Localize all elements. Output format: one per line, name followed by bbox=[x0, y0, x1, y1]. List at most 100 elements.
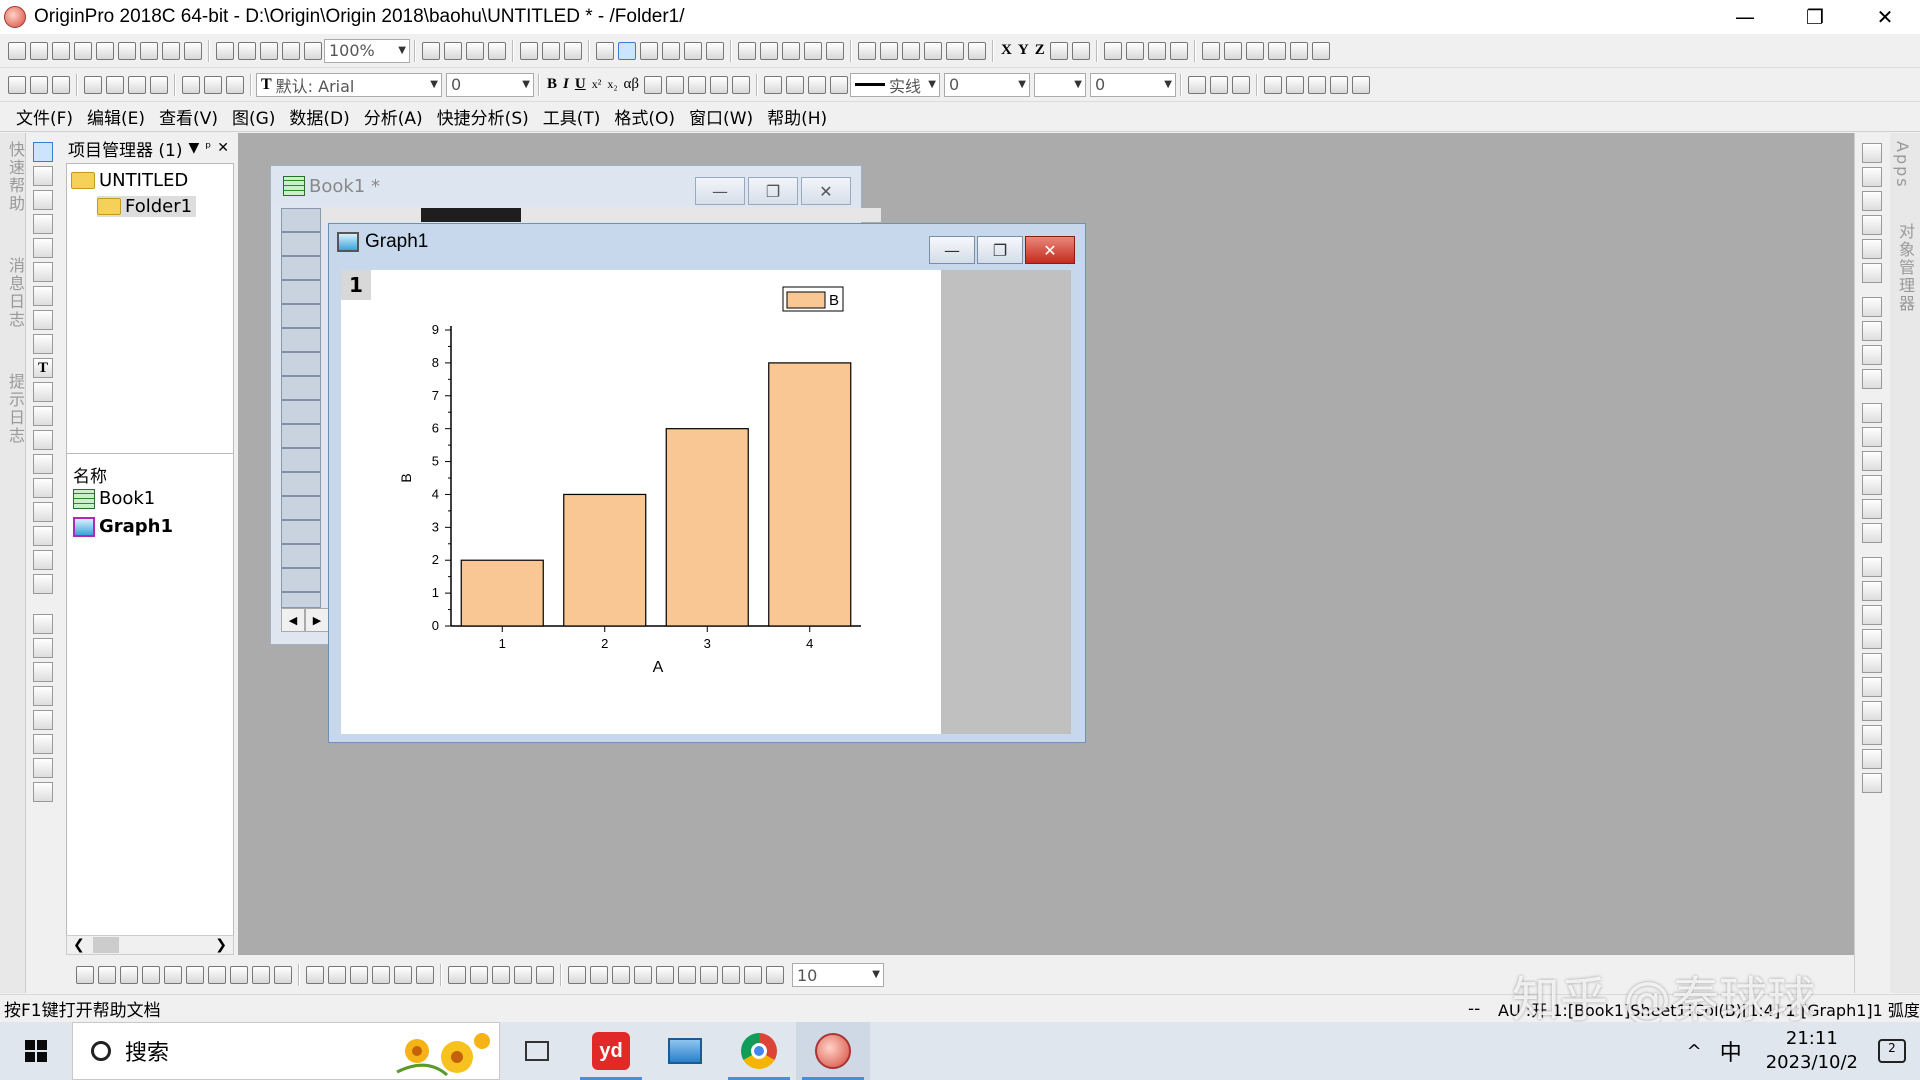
first-sheet-icon[interactable] bbox=[1103, 41, 1122, 60]
object-edit-4-icon[interactable] bbox=[634, 966, 652, 984]
column-chart-icon[interactable] bbox=[880, 41, 898, 60]
axis-6-icon[interactable] bbox=[1861, 523, 1882, 543]
start-button[interactable] bbox=[0, 1022, 72, 1080]
results-log-icon[interactable] bbox=[564, 41, 582, 60]
graph-window[interactable]: Graph1 — ❐ ✕ 1 0 1 2 3 4 5 6 7 8 9 1 2 3 4 A B B bbox=[328, 223, 1086, 743]
insert-image-icon[interactable] bbox=[33, 526, 53, 546]
menu-graph[interactable]: 图(G) bbox=[232, 104, 275, 129]
hand-tool-icon[interactable] bbox=[33, 478, 53, 498]
recalculate-icon[interactable] bbox=[304, 41, 322, 60]
axis-1-icon[interactable] bbox=[1861, 403, 1882, 423]
zoom-out-tool-icon[interactable] bbox=[33, 190, 53, 210]
tab-message-log[interactable]: 消息日志 bbox=[3, 257, 27, 329]
insert-graph-icon[interactable] bbox=[33, 502, 53, 522]
new-graph-window-icon[interactable] bbox=[618, 41, 636, 60]
object-edit-3-icon[interactable] bbox=[612, 966, 630, 984]
layout-4-icon[interactable] bbox=[1861, 369, 1882, 389]
line-width-select[interactable]: 0 ▼ bbox=[944, 72, 1030, 97]
save-icon[interactable] bbox=[260, 41, 278, 60]
table-insert-icon[interactable] bbox=[33, 782, 53, 802]
pin-icon[interactable]: ᵖ bbox=[205, 140, 211, 156]
layout-1-icon[interactable] bbox=[1861, 297, 1882, 317]
chevron-right-icon[interactable]: ▶ bbox=[305, 608, 329, 632]
new-graph-icon[interactable] bbox=[96, 41, 114, 60]
rectangle-tool-icon[interactable] bbox=[33, 454, 53, 474]
rotate-3-icon[interactable] bbox=[492, 966, 510, 984]
zoom-in-icon[interactable] bbox=[640, 41, 658, 60]
set-as-x-icon[interactable]: X bbox=[1001, 42, 1012, 59]
contour-icon[interactable] bbox=[230, 966, 248, 984]
new-folder-icon[interactable] bbox=[30, 41, 48, 60]
tree-folder[interactable]: Folder1 bbox=[97, 196, 197, 217]
menu-gadgets[interactable]: 快捷分析(S) bbox=[437, 104, 529, 129]
graph-tool-1-icon[interactable] bbox=[1861, 143, 1882, 163]
pattern-width-select[interactable]: 0 ▼ bbox=[1090, 72, 1176, 97]
chevron-left-icon[interactable]: ❮ bbox=[73, 937, 85, 953]
axis-2-icon[interactable] bbox=[1861, 427, 1882, 447]
rotate-5-icon[interactable] bbox=[536, 966, 554, 984]
menu-view[interactable]: 查看(V) bbox=[159, 104, 218, 129]
layer-list-icon[interactable] bbox=[33, 614, 53, 634]
ime-indicator[interactable]: 中 bbox=[1720, 1035, 1742, 1067]
pattern-select[interactable]: ▼ bbox=[1034, 72, 1086, 97]
object-edit-9-icon[interactable] bbox=[744, 966, 762, 984]
scale-icon[interactable] bbox=[33, 710, 53, 730]
align-4-icon[interactable] bbox=[1861, 629, 1882, 649]
menu-analysis[interactable]: 分析(A) bbox=[364, 104, 423, 129]
add-column-icon[interactable] bbox=[738, 41, 756, 60]
data-reader-icon[interactable] bbox=[33, 238, 53, 258]
filter-reapply-icon[interactable] bbox=[968, 41, 986, 60]
3d-wire-icon[interactable] bbox=[372, 966, 390, 984]
style-3-icon[interactable] bbox=[52, 75, 70, 94]
object-edit-6-icon[interactable] bbox=[678, 966, 696, 984]
graph-tool-5-icon[interactable] bbox=[1861, 239, 1882, 259]
increase-font-icon[interactable] bbox=[644, 75, 662, 94]
clock-icon[interactable] bbox=[684, 41, 702, 60]
copy-icon[interactable] bbox=[204, 75, 222, 94]
arrow-tool-icon[interactable] bbox=[33, 406, 53, 426]
column-plot-icon[interactable] bbox=[142, 966, 160, 984]
pattern-icon[interactable] bbox=[786, 75, 804, 94]
add-text-icon[interactable] bbox=[33, 382, 53, 402]
refresh-icon[interactable] bbox=[466, 41, 484, 60]
maximize-button[interactable]: ❐ bbox=[977, 236, 1023, 264]
style-7-icon[interactable] bbox=[150, 75, 168, 94]
align-8-icon[interactable] bbox=[1861, 725, 1882, 745]
list-header-name[interactable]: 名称 bbox=[73, 462, 107, 487]
duplicate-icon[interactable] bbox=[444, 41, 462, 60]
minimize-button[interactable]: — bbox=[1710, 0, 1780, 34]
3d-surface-icon[interactable] bbox=[328, 966, 346, 984]
script-window-icon[interactable] bbox=[520, 41, 538, 60]
superscript-button[interactable]: x² bbox=[592, 77, 602, 92]
sum-icon[interactable] bbox=[804, 41, 822, 60]
filter-off-icon[interactable] bbox=[946, 41, 964, 60]
scrollbar-thumb[interactable] bbox=[92, 937, 119, 953]
rotate-2-icon[interactable] bbox=[470, 966, 488, 984]
taskbar-youdao[interactable]: yd bbox=[574, 1022, 648, 1080]
bold-button[interactable]: B bbox=[547, 76, 557, 93]
previous-sheet-icon[interactable] bbox=[1125, 41, 1144, 60]
histogram-icon[interactable] bbox=[902, 41, 920, 60]
zoom-in-tool-icon[interactable] bbox=[33, 166, 53, 186]
bar-chart-icon[interactable] bbox=[858, 41, 876, 60]
maximize-button[interactable]: ❐ bbox=[1780, 0, 1850, 34]
gradient-icon[interactable] bbox=[1188, 75, 1206, 94]
merge-icon[interactable] bbox=[1264, 75, 1282, 94]
task-view-button[interactable] bbox=[500, 1022, 574, 1080]
new-function-icon[interactable] bbox=[118, 41, 136, 60]
style-4-icon[interactable] bbox=[84, 75, 102, 94]
open-template-icon[interactable] bbox=[238, 41, 256, 60]
copy-format-icon[interactable] bbox=[33, 574, 53, 594]
line-symbol-icon[interactable] bbox=[120, 966, 138, 984]
sort-icon[interactable] bbox=[760, 41, 778, 60]
new-notes-icon[interactable] bbox=[162, 41, 180, 60]
app-tool-6-icon[interactable] bbox=[1311, 41, 1330, 60]
align-1-icon[interactable] bbox=[1861, 557, 1882, 577]
new-layout-icon[interactable] bbox=[140, 41, 158, 60]
menu-tools[interactable]: 工具(T) bbox=[543, 104, 601, 129]
decrease-font-icon[interactable] bbox=[666, 75, 684, 94]
column-stats-icon[interactable] bbox=[826, 41, 844, 60]
timestamp-icon[interactable] bbox=[33, 758, 53, 778]
object-edit-5-icon[interactable] bbox=[656, 966, 674, 984]
column-header-selected[interactable] bbox=[421, 208, 521, 222]
